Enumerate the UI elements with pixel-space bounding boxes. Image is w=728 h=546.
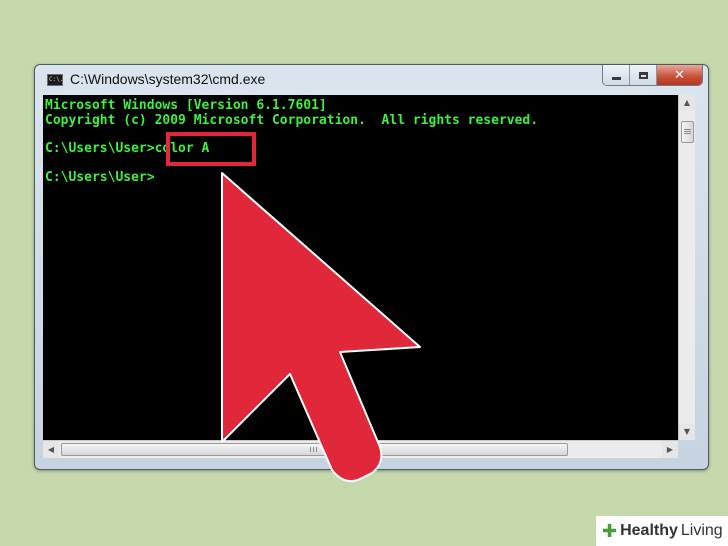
arrow-shape	[221, 172, 421, 483]
brand-cross-icon: ✚	[602, 520, 618, 542]
brand-word-1: Healthy	[620, 522, 678, 539]
pointer-arrow-icon	[221, 172, 421, 483]
healthy-living-logo: ✚ Healthy Living	[596, 516, 728, 546]
brand-word-2: Living	[680, 522, 723, 539]
